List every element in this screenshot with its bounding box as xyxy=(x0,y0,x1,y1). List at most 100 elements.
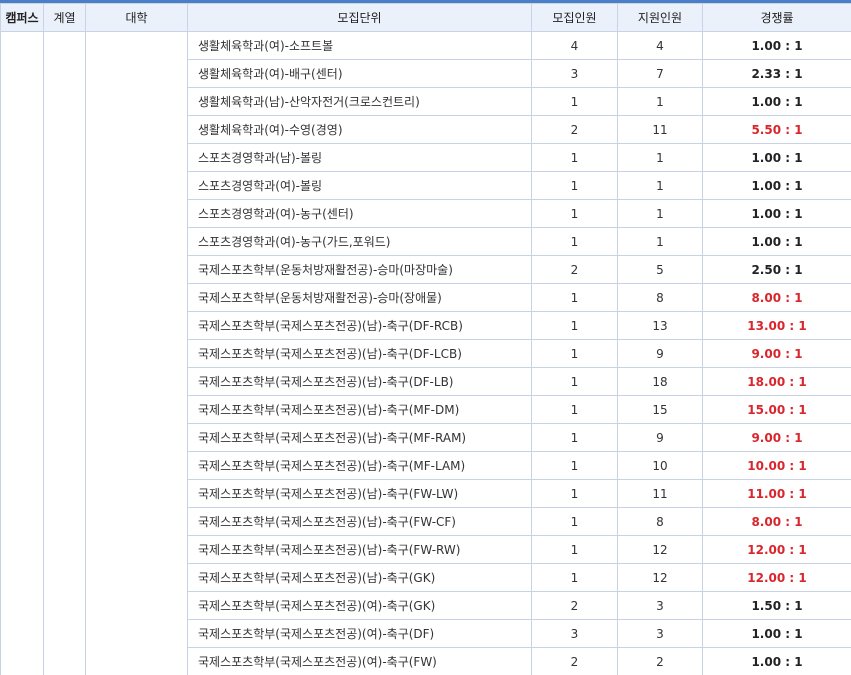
applicants-cell: 12 xyxy=(617,535,703,564)
unit-cell: 국제스포츠학부(국제스포츠전공)(남)-축구(FW-RW) xyxy=(187,535,532,564)
ratio-cell: 15.00 : 1 xyxy=(702,395,851,424)
unit-cell: 국제스포츠학부(운동처방재활전공)-승마(마장마술) xyxy=(187,255,532,284)
ratio-cell: 1.00 : 1 xyxy=(702,87,851,116)
applicants-cell: 3 xyxy=(617,619,703,648)
header-row: 캠퍼스 계열 대학 모집단위 모집인원 지원인원 경쟁률 xyxy=(0,3,851,32)
quota-cell: 4 xyxy=(531,31,618,60)
applicants-cell: 1 xyxy=(617,87,703,116)
quota-cell: 1 xyxy=(531,423,618,452)
ratio-cell: 12.00 : 1 xyxy=(702,563,851,592)
applicants-cell: 11 xyxy=(617,479,703,508)
unit-cell: 국제스포츠학부(국제스포츠전공)(남)-축구(DF-LB) xyxy=(187,367,532,396)
applicants-cell: 1 xyxy=(617,171,703,200)
col-quota: 모집인원 xyxy=(531,3,618,32)
unit-cell: 스포츠경영학과(여)-볼링 xyxy=(187,171,532,200)
quota-cell: 1 xyxy=(531,479,618,508)
ratio-cell: 9.00 : 1 xyxy=(702,339,851,368)
quota-cell: 2 xyxy=(531,591,618,620)
table-row: 생활체육학과(여)-소프트볼 4 4 1.00 : 1 xyxy=(0,31,851,675)
campus-cell xyxy=(0,31,44,675)
quota-cell: 1 xyxy=(531,451,618,480)
quota-cell: 1 xyxy=(531,171,618,200)
applicants-cell: 13 xyxy=(617,311,703,340)
quota-cell: 2 xyxy=(531,255,618,284)
quota-cell: 1 xyxy=(531,227,618,256)
unit-cell: 국제스포츠학부(국제스포츠전공)(여)-축구(FW) xyxy=(187,647,532,675)
ratio-cell: 8.00 : 1 xyxy=(702,507,851,536)
ratio-cell: 1.00 : 1 xyxy=(702,171,851,200)
applicants-cell: 9 xyxy=(617,339,703,368)
ratio-cell: 12.00 : 1 xyxy=(702,535,851,564)
ratio-cell: 1.00 : 1 xyxy=(702,199,851,228)
quota-cell: 1 xyxy=(531,199,618,228)
unit-cell: 국제스포츠학부(국제스포츠전공)(남)-축구(MF-DM) xyxy=(187,395,532,424)
ratio-cell: 1.50 : 1 xyxy=(702,591,851,620)
quota-cell: 1 xyxy=(531,283,618,312)
col-ratio: 경쟁률 xyxy=(702,3,851,32)
unit-cell: 국제스포츠학부(국제스포츠전공)(남)-축구(FW-LW) xyxy=(187,479,532,508)
unit-cell: 국제스포츠학부(국제스포츠전공)(남)-축구(GK) xyxy=(187,563,532,592)
applicants-cell: 15 xyxy=(617,395,703,424)
ratio-cell: 2.50 : 1 xyxy=(702,255,851,284)
quota-cell: 1 xyxy=(531,535,618,564)
unit-cell: 생활체육학과(남)-산악자전거(크로스컨트리) xyxy=(187,87,532,116)
division-cell xyxy=(43,31,86,675)
ratio-cell: 1.00 : 1 xyxy=(702,143,851,172)
applicants-cell: 10 xyxy=(617,451,703,480)
ratio-cell: 1.00 : 1 xyxy=(702,31,851,60)
unit-cell: 국제스포츠학부(국제스포츠전공)(여)-축구(GK) xyxy=(187,591,532,620)
applicants-cell: 4 xyxy=(617,31,703,60)
ratio-cell: 11.00 : 1 xyxy=(702,479,851,508)
applicants-cell: 1 xyxy=(617,143,703,172)
unit-cell: 스포츠경영학과(남)-볼링 xyxy=(187,143,532,172)
quota-cell: 1 xyxy=(531,367,618,396)
ratio-cell: 18.00 : 1 xyxy=(702,367,851,396)
table-body: 생활체육학과(여)-소프트볼 4 4 1.00 : 1 생활체육학과(여)-배구(센터)… xyxy=(0,31,851,675)
ratio-cell: 1.00 : 1 xyxy=(702,619,851,648)
unit-cell: 국제스포츠학부(국제스포츠전공)(남)-축구(MF-LAM) xyxy=(187,451,532,480)
ratio-cell: 2.33 : 1 xyxy=(702,59,851,88)
ratio-cell: 8.00 : 1 xyxy=(702,283,851,312)
col-unit: 모집단위 xyxy=(187,3,532,32)
ratio-cell: 9.00 : 1 xyxy=(702,423,851,452)
unit-cell: 스포츠경영학과(여)-농구(가드,포워드) xyxy=(187,227,532,256)
col-applicants: 지원인원 xyxy=(617,3,703,32)
ratio-cell: 5.50 : 1 xyxy=(702,115,851,144)
applicants-cell: 7 xyxy=(617,59,703,88)
applicants-cell: 3 xyxy=(617,591,703,620)
unit-cell: 생활체육학과(여)-배구(센터) xyxy=(187,59,532,88)
quota-cell: 2 xyxy=(531,647,618,675)
unit-cell: 생활체육학과(여)-수영(경영) xyxy=(187,115,532,144)
col-division: 계열 xyxy=(43,3,86,32)
applicants-cell: 18 xyxy=(617,367,703,396)
table-header: 캠퍼스 계열 대학 모집단위 모집인원 지원인원 경쟁률 xyxy=(0,3,851,32)
unit-cell: 국제스포츠학부(국제스포츠전공)(남)-축구(FW-CF) xyxy=(187,507,532,536)
applicants-cell: 1 xyxy=(617,227,703,256)
applicants-cell: 5 xyxy=(617,255,703,284)
quota-cell: 1 xyxy=(531,311,618,340)
results-page: 캠퍼스 계열 대학 모집단위 모집인원 지원인원 경쟁률 생활체육학과(여)-소… xyxy=(0,0,851,675)
unit-cell: 스포츠경영학과(여)-농구(센터) xyxy=(187,199,532,228)
unit-cell: 국제스포츠학부(국제스포츠전공)(여)-축구(DF) xyxy=(187,619,532,648)
quota-cell: 1 xyxy=(531,339,618,368)
quota-cell: 1 xyxy=(531,143,618,172)
applicants-cell: 9 xyxy=(617,423,703,452)
col-college: 대학 xyxy=(85,3,188,32)
unit-cell: 국제스포츠학부(운동처방재활전공)-승마(장애물) xyxy=(187,283,532,312)
applicants-cell: 8 xyxy=(617,507,703,536)
col-campus: 캠퍼스 xyxy=(0,3,44,32)
applicants-cell: 1 xyxy=(617,199,703,228)
quota-cell: 3 xyxy=(531,619,618,648)
unit-cell: 국제스포츠학부(국제스포츠전공)(남)-축구(DF-RCB) xyxy=(187,311,532,340)
ratio-cell: 10.00 : 1 xyxy=(702,451,851,480)
quota-cell: 1 xyxy=(531,395,618,424)
ratio-cell: 1.00 : 1 xyxy=(702,227,851,256)
unit-cell: 국제스포츠학부(국제스포츠전공)(남)-축구(MF-RAM) xyxy=(187,423,532,452)
ratio-cell: 13.00 : 1 xyxy=(702,311,851,340)
quota-cell: 3 xyxy=(531,59,618,88)
unit-cell: 국제스포츠학부(국제스포츠전공)(남)-축구(DF-LCB) xyxy=(187,339,532,368)
applicants-cell: 12 xyxy=(617,563,703,592)
competition-ratio-table: 캠퍼스 계열 대학 모집단위 모집인원 지원인원 경쟁률 생활체육학과(여)-소… xyxy=(0,3,851,675)
applicants-cell: 8 xyxy=(617,283,703,312)
quota-cell: 1 xyxy=(531,563,618,592)
